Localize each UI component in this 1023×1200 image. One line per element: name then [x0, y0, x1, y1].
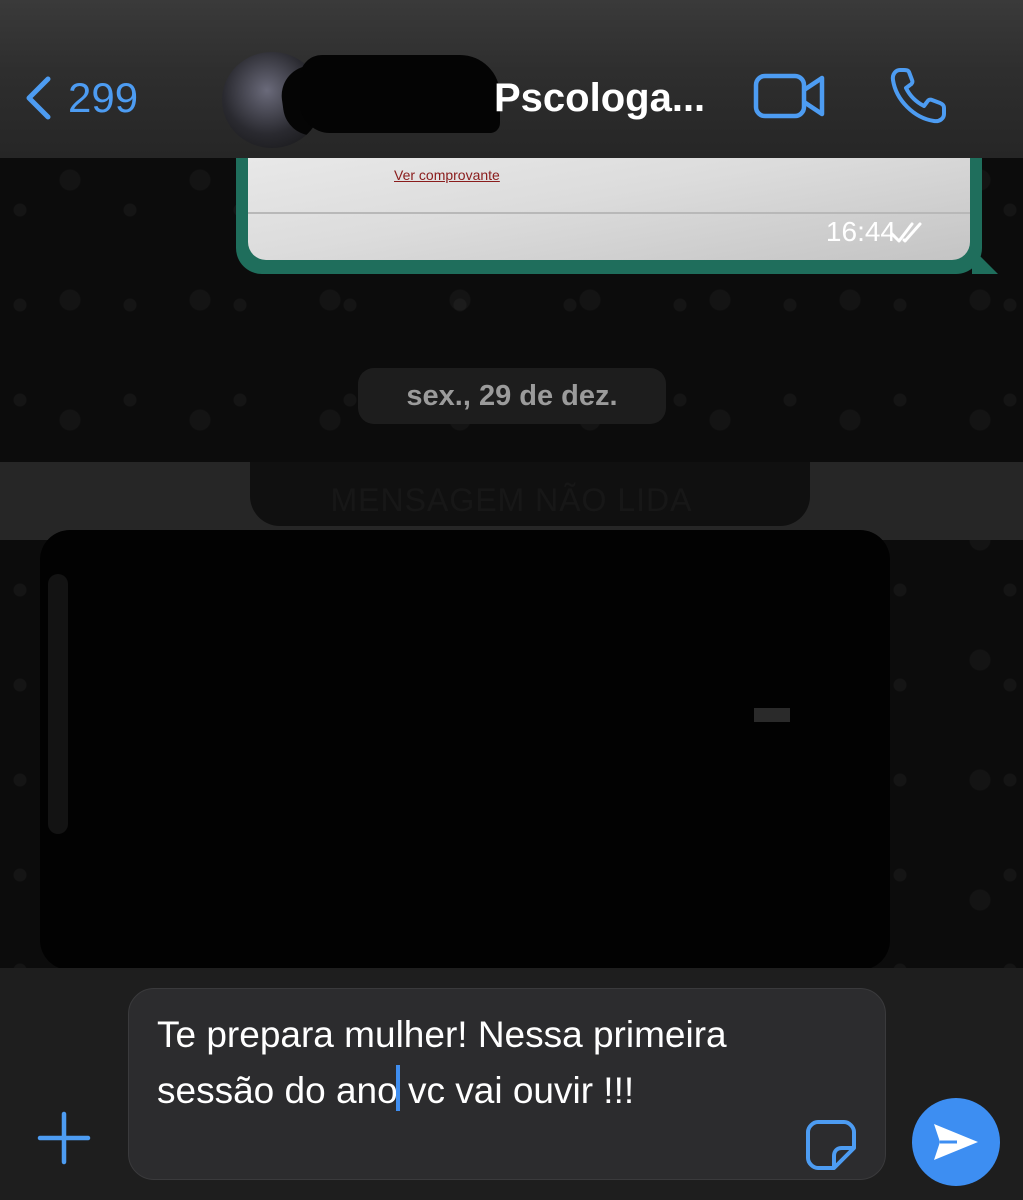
sticker-icon[interactable] [804, 1118, 858, 1172]
message-input[interactable]: Te prepara mulher! Nessa primeira sessão… [128, 988, 886, 1180]
video-camera-icon[interactable] [752, 70, 828, 122]
back-button[interactable]: 299 [22, 72, 138, 124]
redacted-edge [48, 574, 68, 834]
unread-messages-banner: MENSAGEM NÃO LIDA [0, 462, 1023, 540]
plus-icon[interactable] [34, 1108, 94, 1168]
send-button[interactable] [912, 1098, 1000, 1186]
send-icon [934, 1124, 978, 1160]
unread-count: 299 [68, 74, 139, 121]
chat-header: 299 Pscologa... [0, 0, 1023, 158]
redacted-fragment [754, 708, 790, 722]
redaction-overlay [250, 462, 810, 526]
redacted-message [40, 530, 890, 970]
date-separator: sex., 29 de dez. [358, 368, 666, 424]
double-check-icon [890, 222, 922, 243]
image-divider-line [248, 212, 970, 214]
contact-name[interactable]: Pscologa... [494, 76, 705, 121]
message-time: 16:44 [825, 216, 896, 247]
outgoing-image-message[interactable]: Ver comprovante 16:44 [236, 150, 998, 274]
name-redaction [300, 55, 500, 133]
phone-icon[interactable] [888, 66, 950, 126]
chevron-left-icon [26, 76, 51, 120]
bubble-tail [972, 248, 998, 274]
receipt-link[interactable]: Ver comprovante [394, 167, 500, 183]
message-text-after-cursor: vc vai ouvir !!! [397, 1070, 635, 1111]
